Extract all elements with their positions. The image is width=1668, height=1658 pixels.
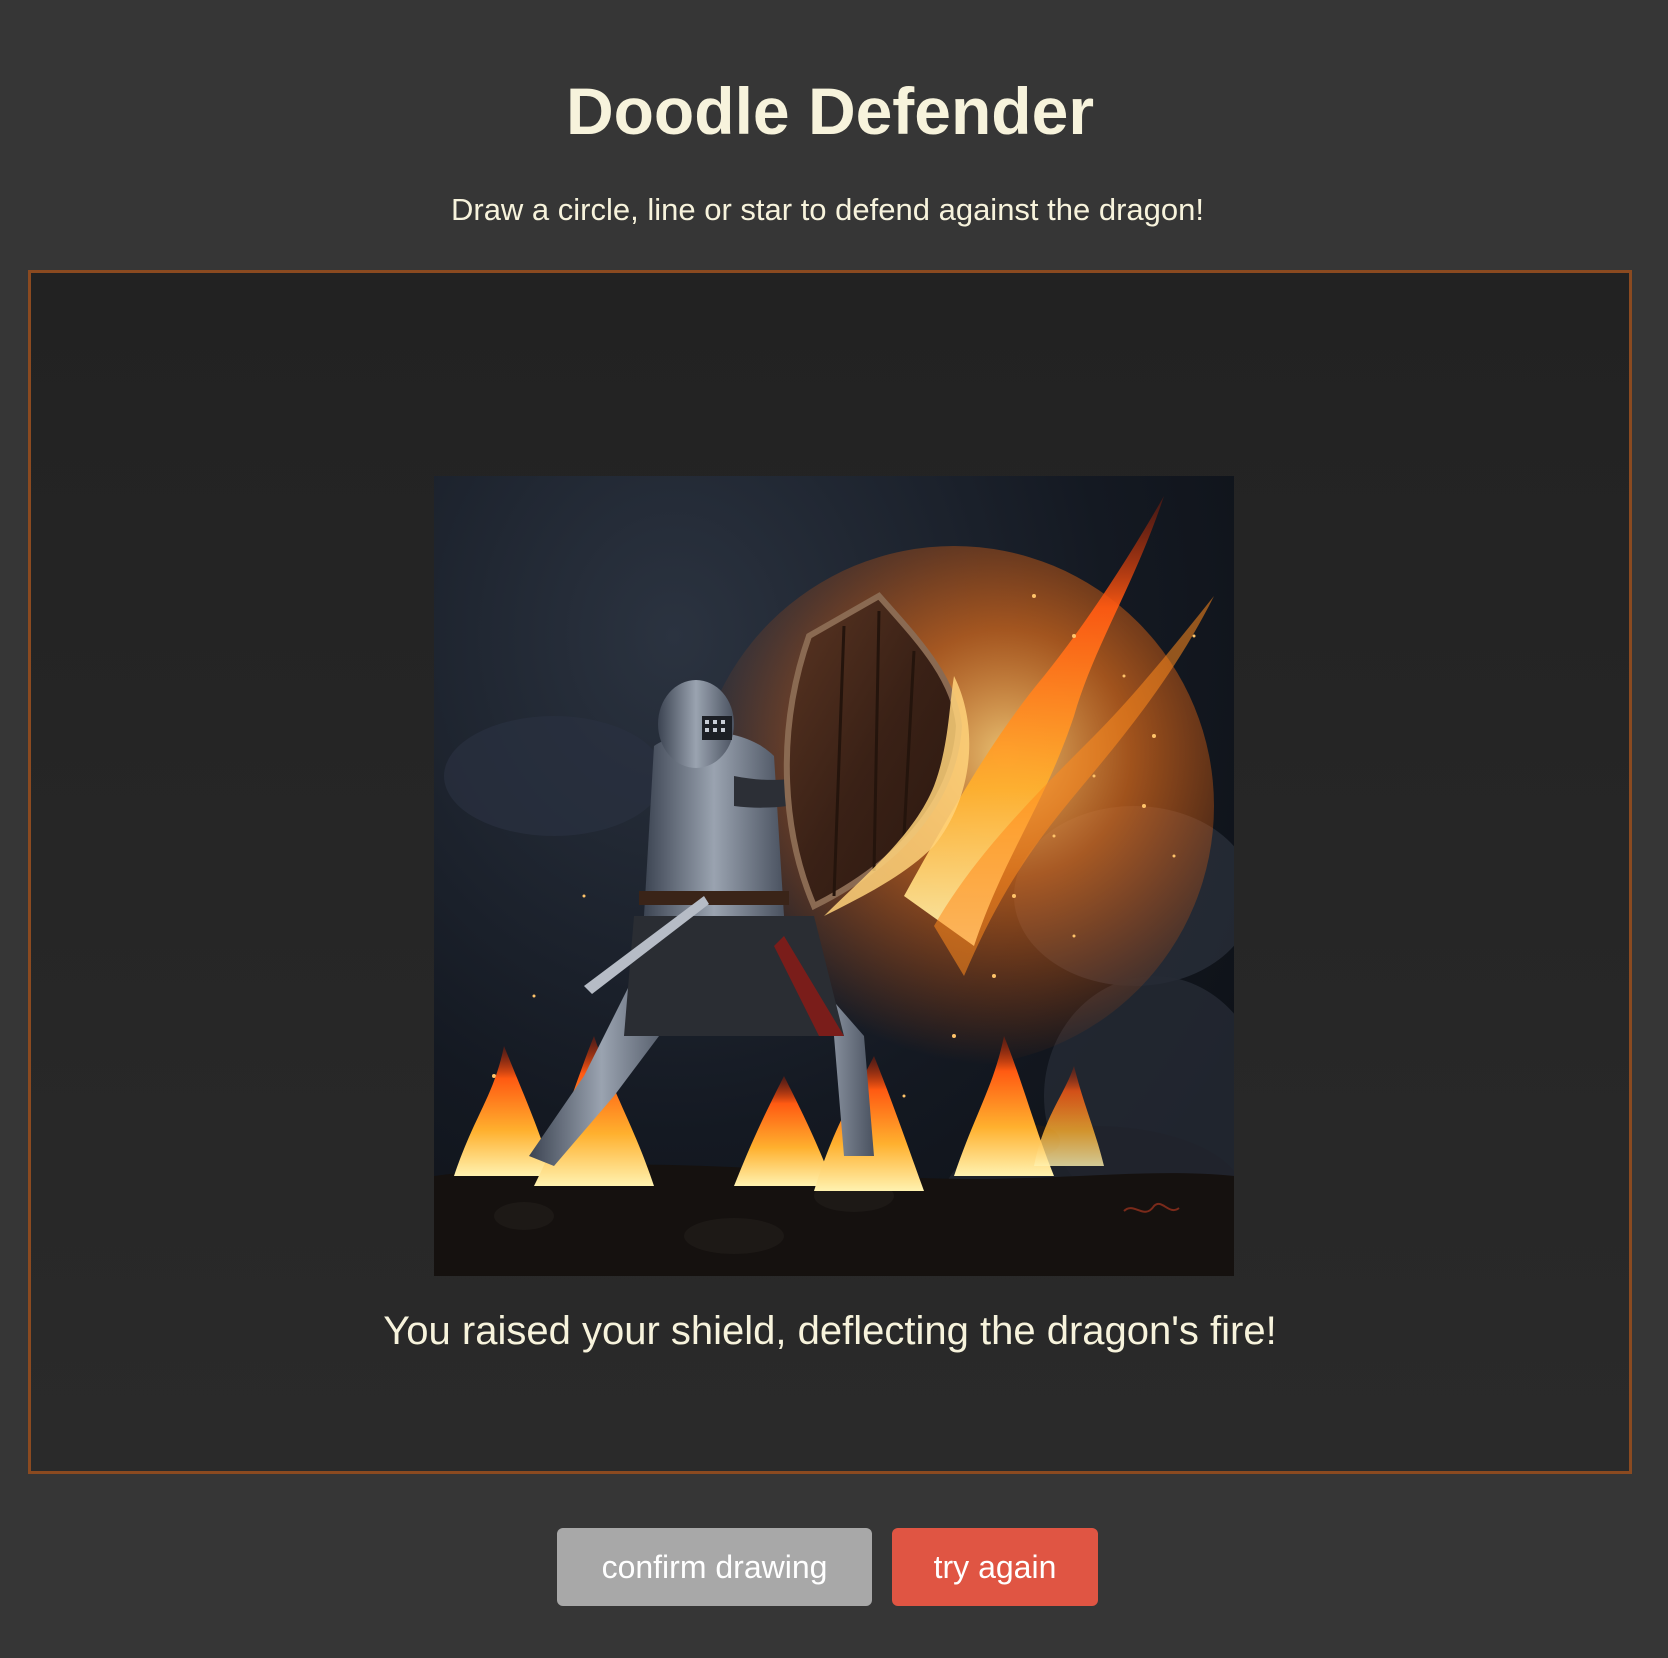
- drawing-canvas-area[interactable]: You raised your shield, deflecting the d…: [28, 270, 1632, 1474]
- page-title: Doodle Defender: [565, 74, 1095, 148]
- doodle-defender-app: Doodle Defender Draw a circle, line or s…: [0, 0, 1668, 1658]
- result-message: You raised your shield, deflecting the d…: [383, 1309, 1277, 1353]
- knight-scene-image: [434, 476, 1234, 1276]
- instructions-text: Draw a circle, line or star to defend ag…: [450, 192, 1205, 227]
- confirm-drawing-button[interactable]: confirm drawing: [557, 1528, 872, 1606]
- try-again-button[interactable]: try again: [892, 1528, 1098, 1606]
